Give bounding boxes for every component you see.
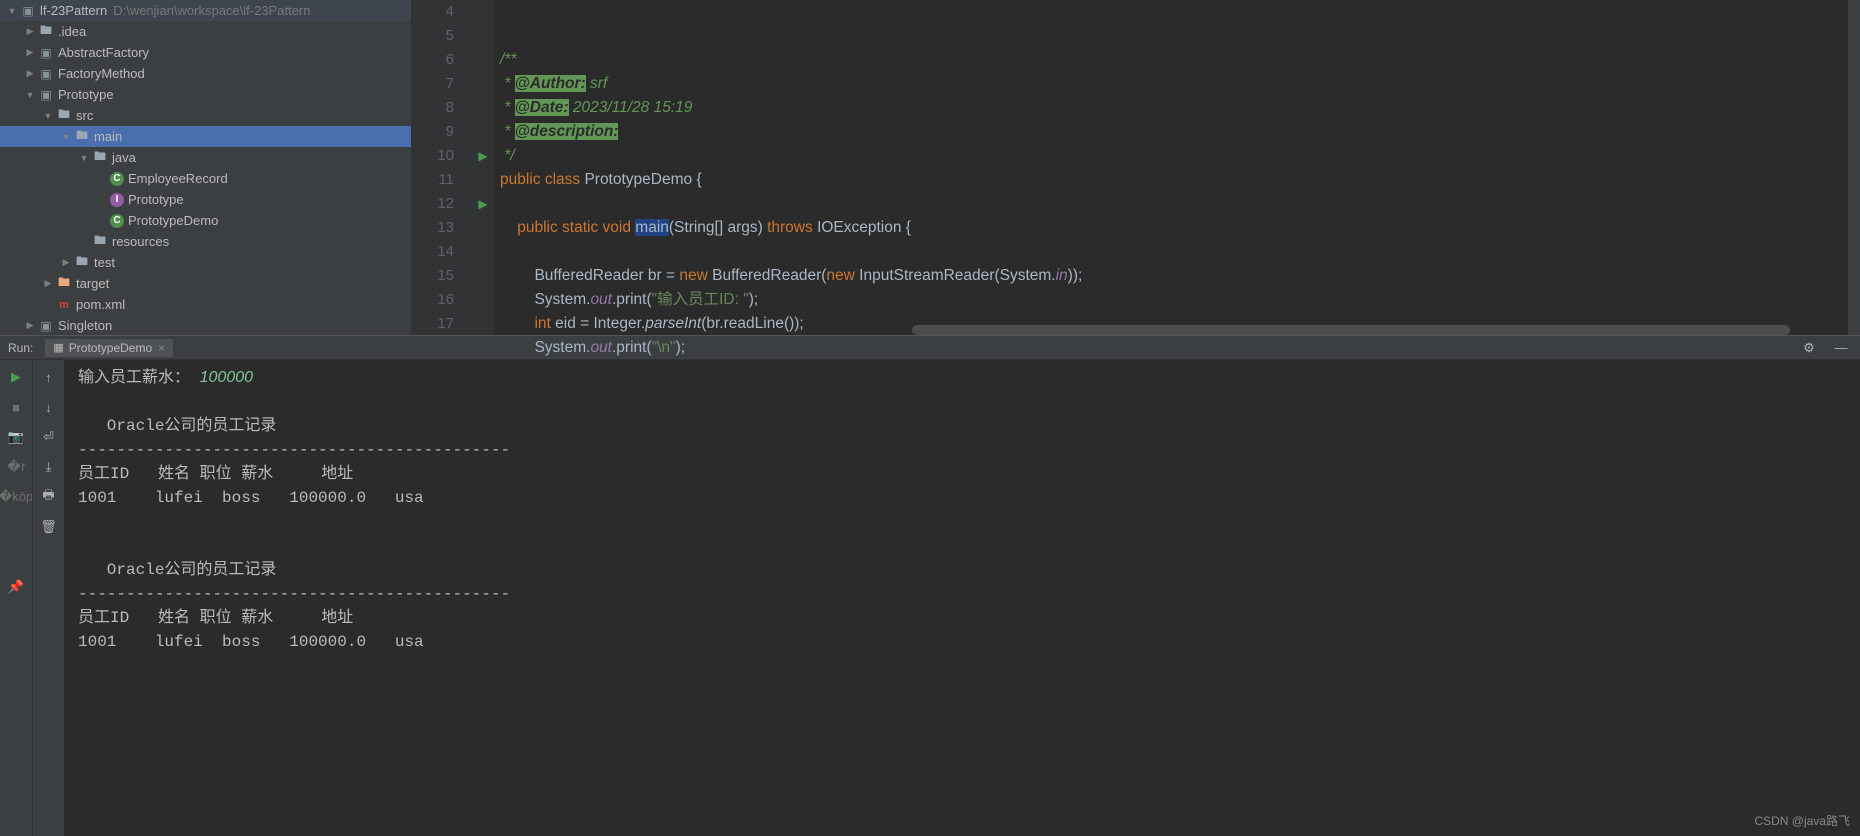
gear-icon[interactable]: ⚙ xyxy=(1798,337,1820,359)
doc-comment: /** xyxy=(500,51,516,68)
run-tab-label: PrototypeDemo xyxy=(69,341,152,355)
run-header: Run: ▦ PrototypeDemo × ⚙ — xyxy=(0,336,1860,360)
chevron-icon[interactable] xyxy=(96,173,108,185)
tree-item-factorymethod[interactable]: ▶▣FactoryMethod xyxy=(0,63,411,84)
tree-item-test[interactable]: ▶🖿test xyxy=(0,252,411,273)
tree-item-employeerecord[interactable]: CEmployeeRecord xyxy=(0,168,411,189)
close-icon[interactable]: × xyxy=(158,341,165,355)
line-gutter: 4567891011121314151617 xyxy=(412,0,472,335)
doc-tag-date: @Date: xyxy=(515,99,569,116)
code-area[interactable]: /** * @Author: srf * @Date: 2023/11/28 1… xyxy=(494,0,1848,335)
chevron-icon[interactable] xyxy=(78,236,90,248)
tree-item-lf-23pattern[interactable]: ▼▣lf-23PatternD:\wenjian\workspace\lf-23… xyxy=(0,0,411,21)
doc-tag-author: @Author: xyxy=(515,75,586,92)
tree-item-singleton[interactable]: ▶▣Singleton xyxy=(0,315,411,335)
doc-tag-desc: @description: xyxy=(515,123,619,140)
run-tab-icon: ▦ xyxy=(53,341,63,354)
rerun-icon[interactable]: ▶ xyxy=(5,366,27,388)
chevron-icon[interactable]: ▶ xyxy=(24,26,36,38)
run-gutter-icon[interactable]: ▶ xyxy=(472,144,494,168)
tree-item-src[interactable]: ▼🖿src xyxy=(0,105,411,126)
camera-icon[interactable]: 📷 xyxy=(5,426,27,448)
tree-item-prototypedemo[interactable]: CPrototypeDemo xyxy=(0,210,411,231)
run-tab[interactable]: ▦ PrototypeDemo × xyxy=(45,339,173,357)
run-panel: Run: ▦ PrototypeDemo × ⚙ — ▶ ■ 📷 �ז �köp… xyxy=(0,335,1860,836)
pin-icon[interactable]: 📌 xyxy=(5,576,27,598)
chevron-icon[interactable]: ▶ xyxy=(24,320,36,332)
run-gutter-icon[interactable]: ▶ xyxy=(472,192,494,216)
tree-item-target[interactable]: ▶🖿target xyxy=(0,273,411,294)
horizontal-scrollbar[interactable] xyxy=(912,325,1790,335)
wrap-icon[interactable]: ⏎ xyxy=(38,426,60,448)
run-label: Run: xyxy=(8,341,33,355)
chevron-icon[interactable]: ▶ xyxy=(24,47,36,59)
exit-icon[interactable]: �köp xyxy=(5,486,27,508)
up-icon[interactable]: ↑ xyxy=(38,366,60,388)
chevron-icon[interactable] xyxy=(96,194,108,206)
chevron-icon[interactable]: ▶ xyxy=(42,278,54,290)
chevron-icon[interactable]: ▼ xyxy=(78,152,90,164)
minimize-icon[interactable]: — xyxy=(1830,337,1852,359)
chevron-icon[interactable]: ▼ xyxy=(6,5,18,17)
run-toolbar-left: ▶ ■ 📷 �ז �köp 📌 xyxy=(0,360,32,836)
scroll-end-icon[interactable]: ⤓ xyxy=(38,456,60,478)
tree-item--idea[interactable]: ▶🖿.idea xyxy=(0,21,411,42)
print-icon[interactable]: 🖶 xyxy=(38,486,60,508)
tree-item-main[interactable]: ▼🖿main xyxy=(0,126,411,147)
chevron-icon[interactable]: ▼ xyxy=(60,131,72,143)
watermark: CSDN @java路飞 xyxy=(1754,812,1850,829)
down-icon[interactable]: ↓ xyxy=(38,396,60,418)
chevron-icon[interactable]: ▼ xyxy=(42,110,54,122)
main-method: main xyxy=(635,219,669,236)
run-gutter[interactable]: ▶▶ xyxy=(472,0,494,335)
tree-item-java[interactable]: ▼🖿java xyxy=(0,147,411,168)
console-output[interactable]: 输入员工薪水： 100000 Oracle公司的员工记录 -----------… xyxy=(64,360,1860,836)
tree-item-resources[interactable]: 🖿resources xyxy=(0,231,411,252)
run-toolbar-2: ↑ ↓ ⏎ ⤓ 🖶 🗑 xyxy=(32,360,64,836)
chevron-icon[interactable] xyxy=(96,215,108,227)
chevron-icon[interactable]: ▶ xyxy=(60,257,72,269)
project-tree[interactable]: ▼▣lf-23PatternD:\wenjian\workspace\lf-23… xyxy=(0,0,412,335)
editor-scrollbar[interactable] xyxy=(1848,0,1860,335)
tree-item-abstractfactory[interactable]: ▶▣AbstractFactory xyxy=(0,42,411,63)
trash-icon[interactable]: 🗑 xyxy=(38,516,60,538)
tree-item-prototype[interactable]: ▼▣Prototype xyxy=(0,84,411,105)
layout-icon[interactable]: �ז xyxy=(5,456,27,478)
chevron-icon[interactable] xyxy=(42,299,54,311)
chevron-icon[interactable]: ▼ xyxy=(24,89,36,101)
tree-item-pom-xml[interactable]: mpom.xml xyxy=(0,294,411,315)
code-editor[interactable]: 4567891011121314151617 ▶▶ /** * @Author:… xyxy=(412,0,1860,335)
stop-icon[interactable]: ■ xyxy=(5,396,27,418)
tree-item-prototype[interactable]: IPrototype xyxy=(0,189,411,210)
chevron-icon[interactable]: ▶ xyxy=(24,68,36,80)
